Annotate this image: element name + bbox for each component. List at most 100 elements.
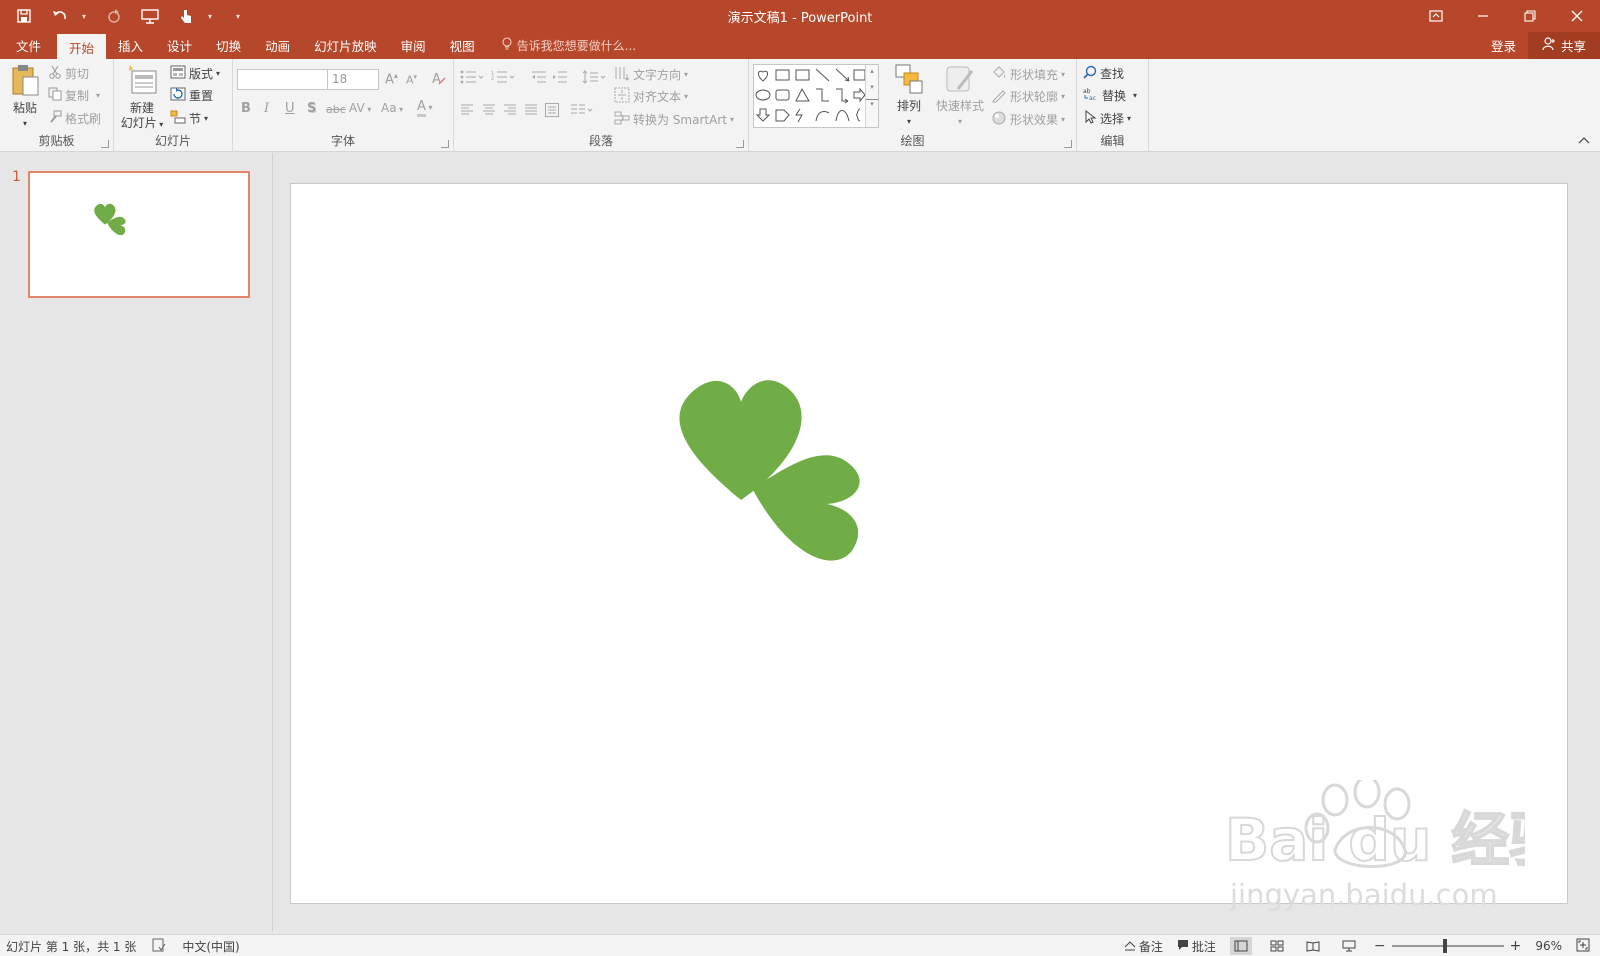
zoom-level[interactable]: 96%: [1535, 939, 1562, 953]
spellcheck-icon[interactable]: [152, 938, 166, 955]
font-name-input[interactable]: [237, 69, 329, 90]
tab-design[interactable]: 设计: [155, 32, 204, 59]
tab-transitions[interactable]: 切换: [204, 32, 253, 59]
increase-indent-icon[interactable]: [552, 70, 568, 88]
tab-animations[interactable]: 动画: [253, 32, 302, 59]
shrink-font-button[interactable]: A▾: [406, 73, 417, 87]
arrange-dropdown-icon[interactable]: ▾: [907, 114, 911, 129]
fit-to-window-icon[interactable]: [1576, 938, 1590, 955]
slideshow-view-icon[interactable]: [1338, 937, 1360, 955]
bold-button[interactable]: B: [241, 101, 251, 116]
zoom-in-button[interactable]: +: [1510, 938, 1522, 954]
tab-view[interactable]: 视图: [438, 32, 487, 59]
convert-smartart-dropdown-icon[interactable]: ▾: [730, 115, 734, 124]
language-status[interactable]: 中文(中国): [182, 938, 239, 955]
restore-icon[interactable]: [1506, 0, 1553, 32]
bullets-icon[interactable]: [460, 70, 484, 88]
align-center-icon[interactable]: [482, 103, 496, 121]
select-button[interactable]: 选择 ▾: [1083, 109, 1131, 127]
copy-button[interactable]: 复制 ▾: [48, 87, 100, 104]
slide-sorter-view-icon[interactable]: [1266, 937, 1288, 955]
shape-effects-dropdown-icon[interactable]: ▾: [1061, 115, 1065, 124]
gallery-more-icon[interactable]: ▾: [866, 99, 878, 108]
comments-button[interactable]: 批注: [1177, 938, 1216, 955]
shadow-button[interactable]: S: [307, 101, 316, 116]
paste-button[interactable]: 粘贴 ▾: [8, 63, 42, 131]
zoom-out-button[interactable]: −: [1374, 938, 1386, 954]
clipboard-launcher-icon[interactable]: [101, 140, 109, 148]
columns-icon[interactable]: [570, 103, 594, 121]
ribbon-display-options-icon[interactable]: [1412, 0, 1459, 32]
copy-dropdown-icon[interactable]: ▾: [96, 91, 100, 100]
quick-styles-dropdown-icon[interactable]: ▾: [958, 114, 962, 129]
tab-file[interactable]: 文件: [0, 32, 57, 59]
numbering-icon[interactable]: 12: [491, 70, 515, 88]
shapes-gallery-scroll[interactable]: ▴ ▾ ▾: [865, 65, 878, 127]
grow-font-button[interactable]: A▴: [385, 71, 398, 87]
line-spacing-icon[interactable]: [582, 70, 606, 88]
close-icon[interactable]: [1553, 0, 1600, 32]
font-size-input[interactable]: 18: [327, 69, 379, 90]
convert-smartart-button[interactable]: 转换为 SmartArt ▾: [614, 110, 734, 129]
paste-dropdown-icon[interactable]: ▾: [23, 116, 27, 131]
gallery-up-icon[interactable]: ▴: [866, 67, 878, 75]
align-text-dropdown-icon[interactable]: ▾: [684, 92, 688, 101]
character-spacing-button[interactable]: AV ▾: [349, 101, 371, 115]
normal-view-icon[interactable]: [1229, 937, 1252, 955]
font-color-button[interactable]: A ▾: [417, 99, 432, 117]
select-dropdown-icon[interactable]: ▾: [1127, 114, 1131, 123]
text-direction-dropdown-icon[interactable]: ▾: [684, 70, 688, 79]
section-button[interactable]: 节 ▾: [170, 110, 208, 127]
tab-home[interactable]: 开始: [57, 34, 107, 61]
tab-slideshow[interactable]: 幻灯片放映: [302, 32, 389, 59]
paragraph-launcher-icon[interactable]: [736, 140, 744, 148]
shape-outline-dropdown-icon[interactable]: ▾: [1061, 92, 1065, 101]
cut-button[interactable]: 剪切: [48, 65, 89, 82]
quick-styles-button[interactable]: 快速样式 ▾: [933, 63, 987, 129]
tell-me-search[interactable]: 告诉我您想要做什么...: [487, 32, 636, 59]
italic-button[interactable]: I: [264, 101, 269, 116]
decrease-indent-icon[interactable]: [531, 70, 547, 88]
font-launcher-icon[interactable]: [441, 140, 449, 148]
align-right-icon[interactable]: [503, 103, 517, 121]
clear-formatting-icon[interactable]: A: [431, 70, 447, 90]
find-button[interactable]: 查找: [1083, 65, 1124, 82]
zoom-slider[interactable]: [1391, 939, 1504, 953]
minimize-icon[interactable]: [1459, 0, 1506, 32]
layout-button[interactable]: 版式 ▾: [170, 65, 220, 82]
shape-fill-dropdown-icon[interactable]: ▾: [1061, 70, 1065, 79]
zoom-slider-thumb[interactable]: [1442, 939, 1447, 953]
shape-effects-button[interactable]: 形状效果 ▾: [991, 110, 1065, 129]
shapes-gallery[interactable]: ▴ ▾ ▾: [753, 64, 879, 128]
text-direction-button[interactable]: 文字方向 ▾: [614, 65, 688, 84]
slide-thumbnail-1[interactable]: [28, 171, 250, 298]
justify-icon[interactable]: [524, 103, 538, 121]
new-slide-button[interactable]: 新建 幻灯片 ▾: [118, 63, 166, 132]
tab-review[interactable]: 审阅: [389, 32, 438, 59]
drawing-launcher-icon[interactable]: [1064, 140, 1072, 148]
status-right: 备注 批注 − + 96%: [1124, 937, 1590, 955]
tab-insert[interactable]: 插入: [106, 32, 155, 59]
strikethrough-button[interactable]: abc: [326, 103, 346, 116]
section-dropdown-icon[interactable]: ▾: [204, 114, 208, 123]
notes-button[interactable]: 备注: [1124, 938, 1163, 955]
align-text-button[interactable]: 对齐文本 ▾: [614, 87, 688, 106]
share-button[interactable]: 共享: [1527, 32, 1600, 59]
gallery-down-icon[interactable]: ▾: [866, 83, 878, 91]
arrange-button[interactable]: 排列 ▾: [891, 63, 927, 129]
format-painter-button[interactable]: 格式刷: [48, 110, 101, 127]
distributed-icon[interactable]: [545, 103, 559, 121]
replace-dropdown-icon[interactable]: ▾: [1133, 91, 1137, 100]
collapse-ribbon-icon[interactable]: [1578, 134, 1590, 147]
reset-button[interactable]: 重置: [170, 87, 213, 104]
underline-button[interactable]: U: [285, 101, 295, 116]
shape-fill-button[interactable]: 形状填充 ▾: [991, 65, 1065, 84]
layout-dropdown-icon[interactable]: ▾: [216, 69, 220, 78]
reading-view-icon[interactable]: [1302, 937, 1324, 955]
replace-button[interactable]: ab ac 替换 ▾: [1083, 87, 1137, 104]
login-link[interactable]: 登录: [1479, 36, 1528, 55]
align-left-icon[interactable]: [460, 103, 474, 121]
new-slide-dropdown-icon[interactable]: ▾: [157, 120, 163, 129]
change-case-button[interactable]: Aa ▾: [381, 101, 403, 115]
shape-outline-button[interactable]: 形状轮廓 ▾: [991, 87, 1065, 106]
